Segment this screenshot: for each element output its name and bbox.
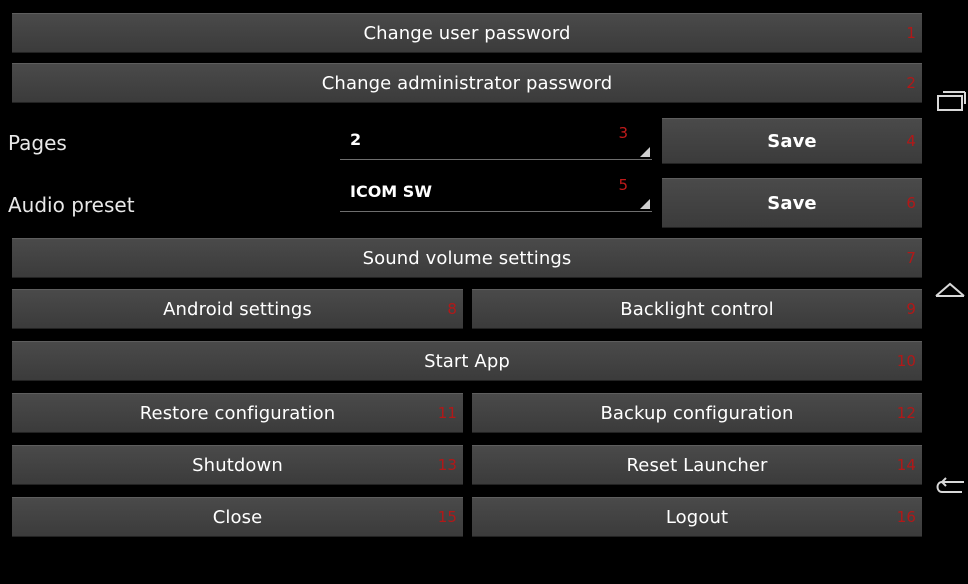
button-number: 11 xyxy=(437,404,457,422)
android-settings-button[interactable]: Android settings 8 xyxy=(12,289,463,329)
start-app-label: Start App xyxy=(424,350,510,372)
change-admin-password-button[interactable]: Change administrator password 2 xyxy=(12,63,922,103)
dropdown-arrow-icon xyxy=(640,147,650,157)
button-number: 10 xyxy=(896,352,916,370)
logout-label: Logout xyxy=(665,506,729,528)
logout-button[interactable]: Logout 16 xyxy=(472,497,922,537)
close-label: Close xyxy=(212,506,263,528)
audio-save-label: Save xyxy=(767,192,817,214)
button-number: 16 xyxy=(896,508,916,526)
dropdown-arrow-icon xyxy=(640,199,650,209)
button-number: 8 xyxy=(447,300,457,318)
button-number: 14 xyxy=(896,456,916,474)
start-app-button[interactable]: Start App 10 xyxy=(12,341,922,381)
audio-save-button[interactable]: Save 6 xyxy=(662,178,922,228)
audio-preset-value: ICOM SW xyxy=(350,182,432,201)
button-number: 6 xyxy=(906,194,916,212)
pages-save-label: Save xyxy=(767,130,817,152)
shutdown-button[interactable]: Shutdown 13 xyxy=(12,445,463,485)
reset-launcher-button[interactable]: Reset Launcher 14 xyxy=(472,445,922,485)
spinner-number: 5 xyxy=(618,176,628,194)
button-number: 2 xyxy=(906,74,916,92)
backup-configuration-button[interactable]: Backup configuration 12 xyxy=(472,393,922,433)
button-number: 4 xyxy=(906,132,916,150)
pages-label: Pages xyxy=(8,131,67,155)
pages-spinner[interactable]: 2 3 xyxy=(340,120,652,160)
home-icon[interactable] xyxy=(934,280,966,302)
pages-save-button[interactable]: Save 4 xyxy=(662,118,922,164)
restore-configuration-button[interactable]: Restore configuration 11 xyxy=(12,393,463,433)
button-number: 9 xyxy=(906,300,916,318)
audio-preset-spinner[interactable]: ICOM SW 5 xyxy=(340,172,652,212)
navigation-bar xyxy=(930,0,968,584)
change-user-password-button[interactable]: Change user password 1 xyxy=(12,13,922,53)
spinner-number: 3 xyxy=(618,124,628,142)
button-number: 7 xyxy=(906,249,916,267)
button-number: 1 xyxy=(906,24,916,42)
close-button[interactable]: Close 15 xyxy=(12,497,463,537)
button-number: 15 xyxy=(437,508,457,526)
back-icon[interactable] xyxy=(934,476,966,498)
change-admin-password-label: Change administrator password xyxy=(321,72,613,94)
sound-volume-settings-button[interactable]: Sound volume settings 7 xyxy=(12,238,922,278)
backup-configuration-label: Backup configuration xyxy=(600,402,794,424)
change-user-password-label: Change user password xyxy=(363,22,571,44)
button-number: 13 xyxy=(437,456,457,474)
backlight-control-label: Backlight control xyxy=(620,298,774,320)
shutdown-label: Shutdown xyxy=(192,454,283,476)
reset-launcher-label: Reset Launcher xyxy=(626,454,768,476)
restore-configuration-label: Restore configuration xyxy=(139,402,336,424)
recent-apps-icon[interactable] xyxy=(934,90,966,112)
button-number: 12 xyxy=(896,404,916,422)
android-settings-label: Android settings xyxy=(163,298,312,320)
pages-value: 2 xyxy=(350,130,362,149)
audio-preset-label: Audio preset xyxy=(8,193,135,217)
backlight-control-button[interactable]: Backlight control 9 xyxy=(472,289,922,329)
sound-volume-settings-label: Sound volume settings xyxy=(362,247,572,269)
